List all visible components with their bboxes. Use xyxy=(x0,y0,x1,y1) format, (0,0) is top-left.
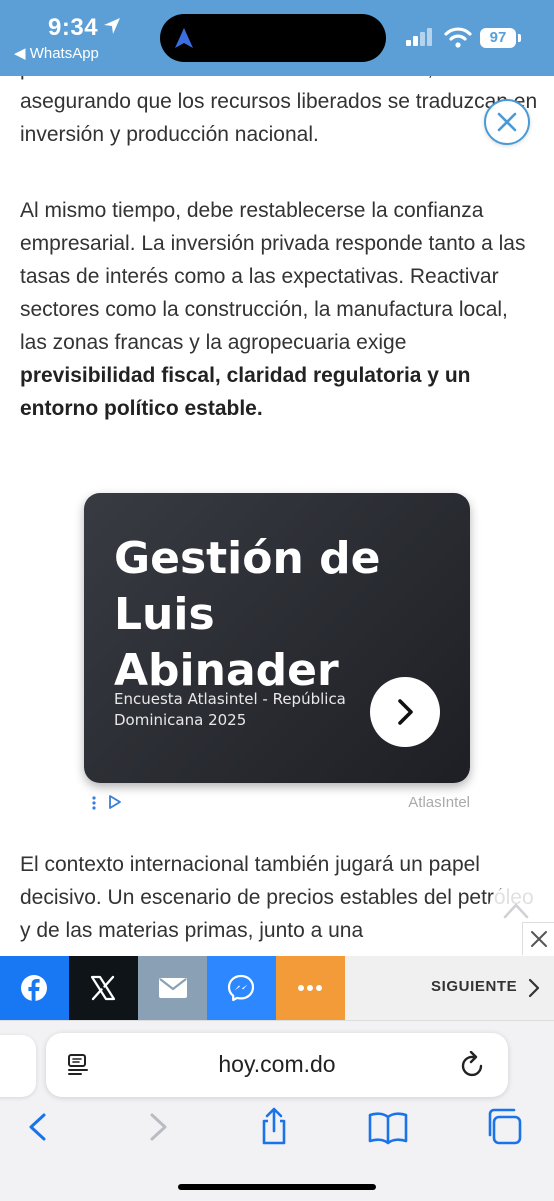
article-paragraph-1: política monetaria a los bancos comercia… xyxy=(20,76,538,146)
address-bar[interactable]: hoy.com.do xyxy=(46,1033,508,1097)
chevron-right-icon xyxy=(398,699,413,725)
previous-tab-peek[interactable] xyxy=(0,1035,36,1097)
share-messenger-button[interactable] xyxy=(207,956,276,1020)
forward-button[interactable] xyxy=(136,1105,180,1149)
paragraph-2-text: Al mismo tiempo, debe restablecerse la c… xyxy=(20,199,526,354)
ad-options-icon[interactable] xyxy=(92,796,96,810)
share-icon xyxy=(262,1107,286,1145)
wifi-icon xyxy=(444,27,472,48)
share-email-button[interactable] xyxy=(138,956,207,1020)
battery-level: 97 xyxy=(480,28,516,48)
ad-brand: AtlasIntel xyxy=(408,794,470,811)
tabs-icon xyxy=(488,1108,522,1145)
facebook-icon xyxy=(21,975,47,1001)
location-arrow-icon xyxy=(104,18,120,34)
browser-toolbar: hoy.com.do xyxy=(0,1020,554,1201)
share-bar-close-button[interactable] xyxy=(522,922,554,955)
ad-footer: AtlasIntel xyxy=(84,790,470,814)
next-article-button[interactable]: SIGUIENTE xyxy=(345,956,554,1020)
email-icon xyxy=(159,978,187,998)
close-icon xyxy=(497,112,517,132)
status-bar: 9:34 ◀ WhatsApp 97 xyxy=(0,0,554,76)
ad-subtitle: Encuesta Atlasintel - República Dominica… xyxy=(114,690,346,729)
share-button[interactable] xyxy=(252,1105,296,1149)
share-facebook-button[interactable] xyxy=(0,956,69,1020)
status-time: 9:34 xyxy=(48,14,99,41)
reload-icon[interactable] xyxy=(460,1051,486,1079)
tabs-button[interactable] xyxy=(484,1105,528,1149)
ad-title: Gestión de Luis Abinader xyxy=(114,533,381,696)
ad-card[interactable]: Gestión de Luis Abinader Encuesta Atlasi… xyxy=(84,493,470,783)
messenger-icon xyxy=(227,974,255,1002)
signal-icon xyxy=(406,28,432,46)
adchoices-icon[interactable] xyxy=(108,795,122,809)
article-paragraph-2: Al mismo tiempo, debe restablecerse la c… xyxy=(20,194,540,425)
bookmarks-icon xyxy=(368,1112,408,1145)
x-icon xyxy=(90,975,116,1001)
battery-tip xyxy=(518,34,521,42)
navigation-arrow-icon xyxy=(175,28,193,48)
more-icon xyxy=(298,985,322,991)
url-text: hoy.com.do xyxy=(218,1051,336,1077)
dynamic-island xyxy=(160,14,386,62)
ad-go-button[interactable] xyxy=(370,677,440,747)
bookmarks-button[interactable] xyxy=(366,1105,410,1149)
article-paragraph-3: El contexto internacional también jugará… xyxy=(20,853,534,942)
share-bar: SIGUIENTE xyxy=(0,956,554,1020)
chevron-right-icon xyxy=(528,978,540,998)
back-to-app-link[interactable]: ◀ WhatsApp xyxy=(14,44,99,62)
home-indicator xyxy=(178,1184,376,1190)
share-more-button[interactable] xyxy=(276,956,345,1020)
next-article-label: SIGUIENTE xyxy=(431,978,518,995)
close-icon xyxy=(531,931,547,947)
back-icon xyxy=(29,1113,46,1141)
chevron-up-icon xyxy=(503,903,529,919)
share-x-button[interactable] xyxy=(69,956,138,1020)
paragraph-2-bold-text: previsibilidad fiscal, claridad regulato… xyxy=(20,364,471,420)
forward-icon xyxy=(150,1113,167,1141)
back-button[interactable] xyxy=(16,1105,60,1149)
close-overlay-button[interactable] xyxy=(484,99,530,145)
